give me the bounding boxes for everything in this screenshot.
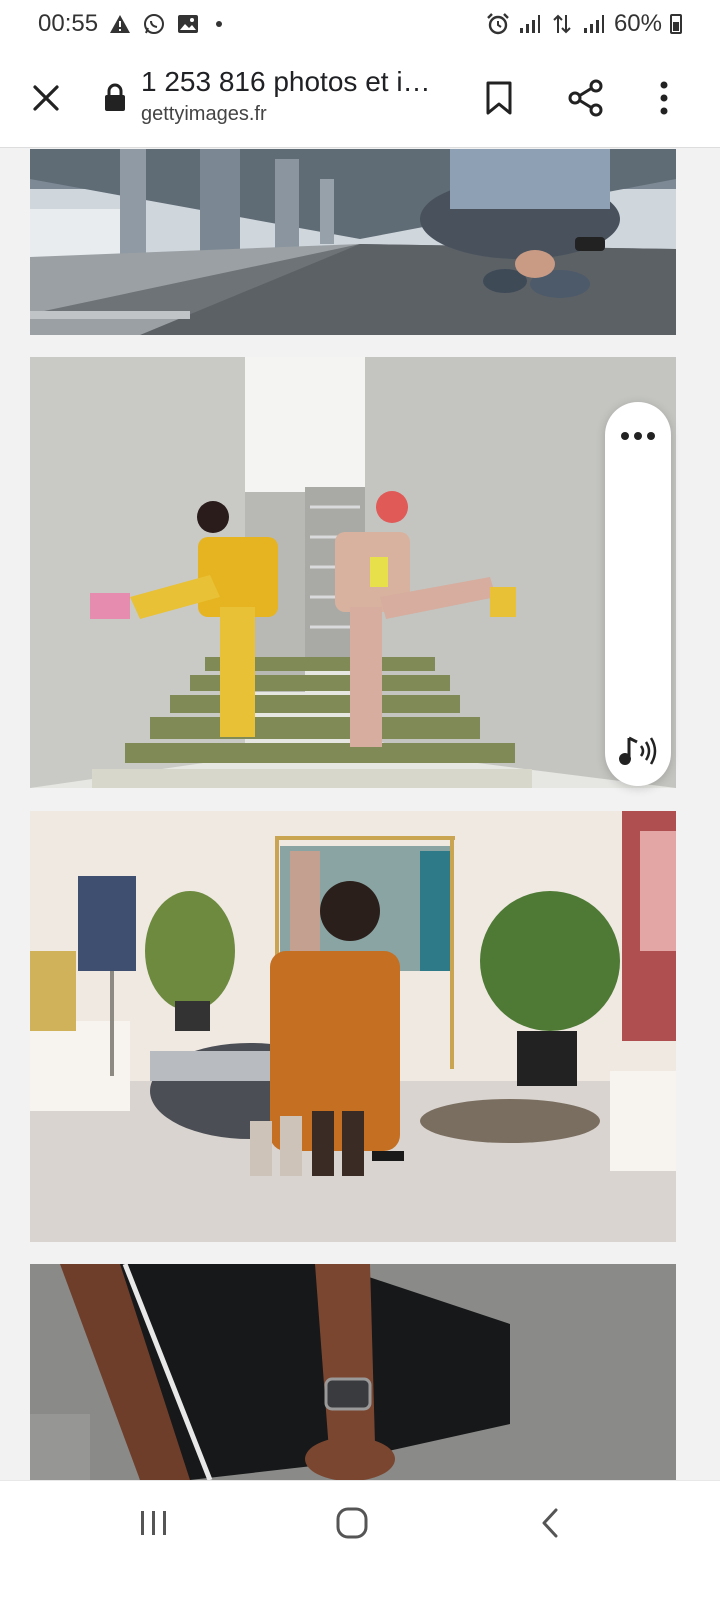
more-vertical-icon[interactable]	[644, 74, 684, 122]
share-icon[interactable]	[562, 74, 610, 122]
search-result-photo[interactable]	[30, 1264, 676, 1480]
alarm-icon	[486, 12, 510, 36]
lock-icon	[103, 83, 127, 113]
close-icon[interactable]	[22, 74, 70, 122]
photo-boutique-shoes	[30, 811, 676, 1242]
data-transfer-icon	[550, 12, 574, 36]
back-icon[interactable]	[526, 1501, 574, 1545]
page-url: gettyimages.fr	[141, 103, 267, 125]
search-result-photo[interactable]	[30, 357, 676, 788]
floating-side-panel	[605, 402, 671, 786]
clock: 00:55	[38, 10, 99, 37]
status-left: 00:55	[38, 10, 223, 38]
whatsapp-icon	[142, 12, 166, 36]
page-title-block[interactable]: 1 253 816 photos et i… gettyimages.fr	[141, 64, 451, 128]
photo-shoe-tying	[30, 149, 676, 335]
page-title: 1 253 816 photos et i…	[141, 66, 431, 97]
gallery-icon	[176, 12, 200, 36]
photo-stairs-duo	[30, 357, 676, 788]
status-bar: 00:55 60%	[0, 0, 720, 48]
battery-icon	[670, 14, 682, 34]
status-right: 60%	[486, 10, 682, 38]
music-audio-icon[interactable]	[613, 728, 663, 774]
search-result-photo[interactable]	[30, 811, 676, 1242]
notification-dot	[216, 21, 223, 27]
bookmark-icon[interactable]	[477, 74, 521, 122]
search-result-photo[interactable]	[30, 149, 676, 335]
browser-toolbar: 1 253 816 photos et i… gettyimages.fr	[0, 48, 720, 148]
photo-smartwatch-athlete	[30, 1264, 676, 1480]
battery-percent: 60%	[613, 10, 662, 37]
warning-icon	[108, 12, 132, 36]
home-icon[interactable]	[326, 1501, 378, 1545]
signal-icon	[518, 12, 542, 36]
system-navigation-bar	[0, 1480, 720, 1600]
recent-apps-icon[interactable]	[126, 1503, 182, 1543]
signal-icon	[582, 12, 606, 36]
more-horizontal-icon[interactable]	[605, 416, 671, 456]
